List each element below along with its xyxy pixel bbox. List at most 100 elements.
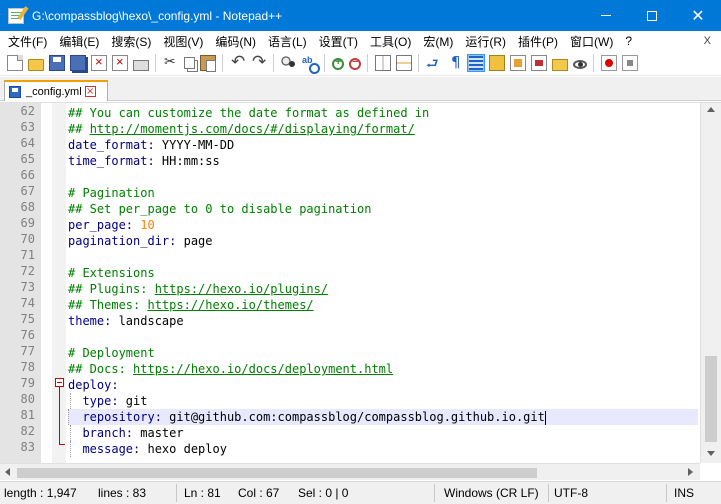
maximize-button[interactable] bbox=[629, 0, 675, 31]
menu-language[interactable]: 语言(L) bbox=[262, 33, 313, 50]
save-icon[interactable] bbox=[49, 55, 65, 71]
status-encoding[interactable]: UTF-8 bbox=[554, 486, 588, 500]
close-file-icon[interactable] bbox=[91, 54, 107, 71]
yaml-key: per_page: bbox=[68, 218, 134, 232]
menu-file[interactable]: 文件(F) bbox=[2, 33, 53, 50]
tab-close-icon[interactable]: × bbox=[84, 86, 96, 97]
sync-horizontal-scroll-icon[interactable] bbox=[396, 55, 412, 71]
comment: ## Themes: bbox=[68, 298, 148, 312]
undo-icon[interactable] bbox=[230, 52, 246, 72]
window-title: G:\compassblog\hexo\_config.yml - Notepa… bbox=[32, 8, 283, 23]
code-line: ## You can customize the date format as … bbox=[68, 105, 698, 121]
menu-plugins[interactable]: 插件(P) bbox=[512, 33, 564, 50]
code-text[interactable]: ## You can customize the date format as … bbox=[68, 105, 698, 463]
menu-encoding[interactable]: 编码(N) bbox=[209, 33, 262, 50]
close-icon: ✕ bbox=[691, 5, 705, 25]
toolbar-separator bbox=[155, 54, 156, 72]
current-code-line: repository: git@github.com:compassblog/c… bbox=[68, 409, 698, 425]
line-number: 72 bbox=[20, 264, 35, 278]
status-separator bbox=[434, 484, 435, 502]
tab-bar: _config.yml × bbox=[0, 77, 721, 101]
monitoring-icon[interactable] bbox=[573, 60, 587, 69]
status-lines: lines : 83 bbox=[98, 486, 147, 500]
menu-help[interactable]: ? bbox=[619, 34, 638, 48]
line-number-gutter: 62 63 64 65 66 67 68 69 70 71 72 73 74 7… bbox=[0, 103, 41, 463]
notepadpp-app-icon[interactable] bbox=[8, 7, 24, 24]
code-line: # Deployment bbox=[68, 345, 698, 361]
copy-icon[interactable] bbox=[184, 57, 195, 69]
find-icon[interactable] bbox=[281, 55, 297, 71]
cut-icon[interactable] bbox=[163, 54, 179, 71]
scroll-left-icon[interactable] bbox=[5, 468, 10, 476]
code-line: type: git bbox=[68, 393, 698, 409]
replace-icon[interactable] bbox=[302, 55, 320, 74]
minimize-button[interactable] bbox=[583, 0, 629, 31]
macro-record-icon[interactable] bbox=[601, 55, 617, 71]
scroll-up-icon[interactable] bbox=[707, 107, 715, 112]
open-file-icon[interactable] bbox=[28, 58, 44, 71]
line-number: 77 bbox=[20, 344, 35, 358]
menu-edit[interactable]: 编辑(E) bbox=[53, 33, 105, 50]
url-link[interactable]: https://hexo.io/plugins/ bbox=[155, 282, 328, 296]
menu-macro[interactable]: 宏(M) bbox=[417, 33, 459, 50]
sync-vertical-scroll-icon[interactable] bbox=[375, 55, 391, 71]
menu-settings[interactable]: 设置(T) bbox=[313, 33, 364, 50]
url-link[interactable]: https://hexo.io/themes/ bbox=[147, 298, 313, 312]
status-length: length : 1,947 bbox=[4, 486, 77, 500]
close-all-icon[interactable] bbox=[112, 54, 128, 71]
horizontal-scroll-thumb[interactable] bbox=[17, 468, 537, 478]
url-link[interactable]: https://hexo.io/docs/deployment.html bbox=[133, 362, 393, 376]
menu-tools[interactable]: 工具(O) bbox=[364, 33, 417, 50]
indent-guide bbox=[68, 409, 69, 425]
fold-collapse-icon[interactable] bbox=[55, 378, 64, 387]
zoom-out-icon[interactable] bbox=[349, 56, 361, 70]
saved-file-icon bbox=[9, 85, 21, 98]
comment: ## bbox=[68, 122, 90, 136]
menu-window[interactable]: 窗口(W) bbox=[564, 33, 619, 50]
tab-config-yml[interactable]: _config.yml × bbox=[4, 80, 108, 101]
url-link[interactable]: http://momentjs.com/docs/#/displaying/fo… bbox=[90, 122, 415, 136]
save-all-icon[interactable] bbox=[70, 55, 86, 71]
horizontal-scrollbar[interactable] bbox=[0, 463, 700, 480]
yaml-key: repository: bbox=[82, 410, 162, 424]
folder-as-workspace-icon[interactable] bbox=[552, 58, 568, 71]
menu-view[interactable]: 视图(V) bbox=[157, 33, 209, 50]
vertical-scroll-thumb[interactable] bbox=[705, 356, 717, 442]
vertical-scrollbar[interactable] bbox=[700, 103, 721, 463]
comment: ## You can customize the date format as … bbox=[68, 106, 430, 120]
menu-run[interactable]: 运行(R) bbox=[459, 33, 512, 50]
close-button[interactable]: ✕ bbox=[675, 0, 721, 31]
status-insert-mode[interactable]: INS bbox=[674, 486, 694, 500]
line-number: 75 bbox=[20, 312, 35, 326]
indent-guide-icon[interactable] bbox=[467, 54, 485, 72]
code-line: branch: master bbox=[68, 425, 698, 441]
line-number: 70 bbox=[20, 232, 35, 246]
scroll-down-icon[interactable] bbox=[707, 451, 715, 456]
paste-icon[interactable] bbox=[200, 55, 216, 72]
code-line: ## Set per_page to 0 to disable paginati… bbox=[68, 201, 698, 217]
status-eol-format[interactable]: Windows (CR LF) bbox=[444, 486, 539, 500]
line-number: 74 bbox=[20, 296, 35, 310]
document-map-icon[interactable] bbox=[510, 55, 526, 71]
print-icon[interactable] bbox=[133, 60, 149, 71]
code-line: # Pagination bbox=[68, 185, 698, 201]
line-number: 64 bbox=[20, 136, 35, 150]
comment: ## Docs: bbox=[68, 362, 134, 376]
macro-stop-icon[interactable] bbox=[622, 55, 638, 71]
scroll-right-icon[interactable] bbox=[688, 468, 693, 476]
menu-search[interactable]: 搜索(S) bbox=[105, 33, 157, 50]
word-wrap-icon[interactable] bbox=[426, 53, 442, 77]
line-number: 62 bbox=[20, 104, 35, 118]
new-file-icon[interactable] bbox=[7, 55, 23, 71]
show-all-characters-icon[interactable] bbox=[447, 53, 463, 71]
close-document-button[interactable]: X bbox=[704, 35, 711, 47]
toolbar-separator bbox=[273, 54, 274, 72]
yaml-key: branch: bbox=[82, 426, 134, 440]
redo-icon[interactable] bbox=[251, 52, 267, 72]
zoom-in-icon[interactable] bbox=[332, 56, 344, 70]
function-list-icon[interactable] bbox=[531, 55, 547, 71]
user-defined-language-icon[interactable] bbox=[489, 55, 505, 71]
editor-area[interactable]: 62 63 64 65 66 67 68 69 70 71 72 73 74 7… bbox=[0, 102, 721, 480]
line-number: 76 bbox=[20, 328, 35, 342]
